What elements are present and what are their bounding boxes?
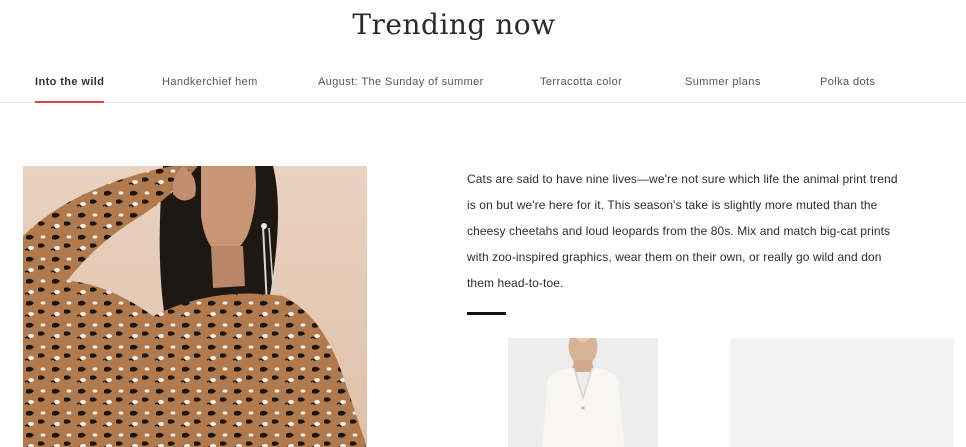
tab-summer-plans[interactable]: Summer plans <box>685 76 761 102</box>
tab-polka-dots[interactable]: Polka dots <box>820 76 875 102</box>
trend-description: Cats are said to have nine lives—we're n… <box>467 172 898 290</box>
hero-image-leopard-print[interactable] <box>23 166 367 447</box>
page-title: Trending now <box>352 8 556 41</box>
trend-tabs: Into the wild Handkerchief hem August: T… <box>0 76 966 103</box>
product-image-placeholder[interactable] <box>730 338 954 447</box>
tab-terracotta-color[interactable]: Terracotta color <box>540 76 622 102</box>
tab-august-sunday-of-summer[interactable]: August: The Sunday of summer <box>318 76 484 102</box>
divider <box>467 312 506 315</box>
tab-into-the-wild[interactable]: Into the wild <box>35 76 105 103</box>
product-image-white-blazer[interactable] <box>508 338 658 447</box>
tab-handkerchief-hem[interactable]: Handkerchief hem <box>162 76 258 102</box>
